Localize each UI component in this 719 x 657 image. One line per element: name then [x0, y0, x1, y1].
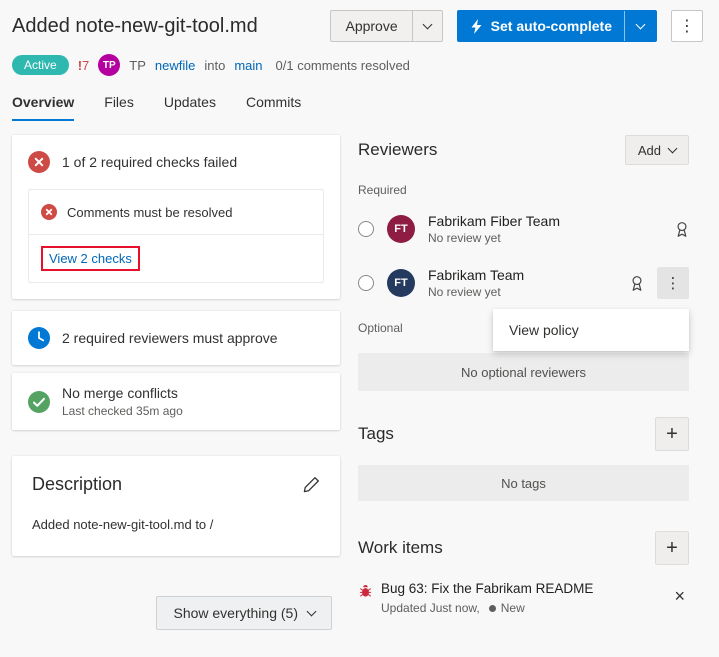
- menu-item-view-policy[interactable]: View policy: [493, 309, 689, 351]
- comments-check-text: Comments must be resolved: [67, 204, 233, 220]
- chevron-down-icon: [667, 143, 678, 154]
- work-item-title-link[interactable]: Bug 63: Fix the Fabrikam README: [381, 581, 662, 596]
- checks-summary: 1 of 2 required checks failed: [62, 154, 238, 170]
- edit-pencil-icon[interactable]: [303, 476, 320, 493]
- work-items-title: Work items: [358, 538, 443, 557]
- target-branch-link[interactable]: main: [234, 58, 262, 73]
- no-optional-reviewers-bar: No optional reviewers: [358, 353, 689, 391]
- pull-request-page: Added note-new-git-tool.md Approve Set a…: [0, 0, 719, 657]
- chevron-down-icon: [306, 606, 317, 617]
- tab-files[interactable]: Files: [104, 94, 134, 121]
- author-name: TP: [129, 57, 146, 73]
- page-title: Added note-new-git-tool.md: [12, 14, 258, 37]
- auto-complete-label[interactable]: Set auto-complete: [491, 18, 612, 34]
- more-options-button[interactable]: ⋮: [671, 10, 703, 42]
- overview-right-column: Reviewers Add Required FT Fabrikam Fiber…: [358, 135, 689, 615]
- more-icon: ⋮: [679, 18, 695, 35]
- reviewers-title: Reviewers: [358, 140, 438, 159]
- tab-updates[interactable]: Updates: [164, 94, 216, 121]
- header-actions: Approve Set auto-complete ⋮: [330, 10, 703, 42]
- remove-work-item-button[interactable]: ×: [670, 587, 689, 605]
- pr-tabs: Overview Files Updates Commits: [0, 76, 719, 121]
- auto-complete-dropdown-button[interactable]: [624, 11, 656, 41]
- pr-header: Added note-new-git-tool.md Approve Set a…: [0, 0, 719, 42]
- pr-content: 1 of 2 required checks failed Comments m…: [0, 121, 719, 630]
- work-item-state: New: [500, 601, 525, 615]
- add-work-item-button[interactable]: +: [655, 531, 689, 565]
- description-card: Description Added note-new-git-tool.md t…: [12, 456, 340, 556]
- reviewer-info: Fabrikam Fiber Team No review yet: [428, 213, 662, 245]
- chevron-down-icon: [635, 19, 646, 30]
- work-items-header: Work items +: [358, 531, 689, 565]
- merge-title: No merge conflicts: [62, 385, 178, 401]
- reviewer-context-menu: View policy: [493, 309, 689, 351]
- reviewer-name: Fabrikam Team: [428, 267, 525, 283]
- tab-overview[interactable]: Overview: [12, 94, 75, 121]
- reviewer-status: No review yet: [428, 231, 501, 245]
- reviewer-more-button[interactable]: ⋮: [657, 267, 689, 299]
- policy-badge-icon: [675, 221, 689, 238]
- failed-check-small-icon: [41, 204, 57, 220]
- set-auto-complete-button[interactable]: Set auto-complete: [456, 10, 657, 42]
- plus-icon: +: [666, 536, 678, 559]
- author-avatar: TP: [98, 54, 121, 76]
- comments-resolved-status: 0/1 comments resolved: [275, 57, 410, 73]
- failed-check-icon: [28, 151, 50, 173]
- work-item-subtitle: Updated Just now, New: [381, 601, 662, 615]
- annotation-highlight-box: View 2 checks: [41, 246, 140, 271]
- description-title: Description: [32, 474, 123, 494]
- reviewer-avatar: FT: [387, 269, 415, 297]
- merge-status-text: No merge conflicts Last checked 35m ago: [62, 385, 183, 418]
- overview-left-column: 1 of 2 required checks failed Comments m…: [12, 135, 340, 630]
- reviewer-radio[interactable]: [358, 221, 374, 237]
- conflict-indicator: !7: [77, 57, 90, 73]
- no-tags-bar: No tags: [358, 465, 689, 501]
- show-everything-label: Show everything (5): [173, 605, 298, 621]
- pr-meta-row: Active !7 TP TP newfile into main 0/1 co…: [0, 42, 719, 76]
- work-item-state-dot: [488, 604, 496, 612]
- tags-header: Tags +: [358, 417, 689, 451]
- reviewer-radio[interactable]: [358, 275, 374, 291]
- merge-last-checked: Last checked 35m ago: [62, 404, 183, 418]
- reviewers-required-text: 2 required reviewers must approve: [62, 330, 278, 346]
- plus-icon: +: [666, 422, 678, 445]
- reviewer-info: Fabrikam Team No review yet: [428, 267, 617, 299]
- source-branch-link[interactable]: newfile: [155, 58, 195, 73]
- view-checks-link[interactable]: View 2 checks: [49, 251, 132, 266]
- reviewer-row-fabrikam-fiber-team[interactable]: FT Fabrikam Fiber Team No review yet: [358, 207, 689, 251]
- policy-badge-icon: [630, 275, 644, 292]
- add-reviewer-button[interactable]: Add: [624, 135, 689, 165]
- approve-button-label[interactable]: Approve: [331, 11, 411, 41]
- approve-button[interactable]: Approve: [330, 10, 443, 42]
- tab-commits[interactable]: Commits: [246, 94, 301, 121]
- add-tag-button[interactable]: +: [655, 417, 689, 451]
- description-body: Added note-new-git-tool.md to /: [32, 517, 214, 532]
- reviewer-row-fabrikam-team[interactable]: FT Fabrikam Team No review yet ⋮: [358, 261, 689, 305]
- checks-detail-panel: Comments must be resolved View 2 checks: [28, 189, 324, 283]
- merge-status-card: No merge conflicts Last checked 35m ago: [12, 373, 340, 430]
- into-text: into: [204, 57, 226, 73]
- reviewers-required-card: 2 required reviewers must approve: [12, 311, 340, 365]
- waiting-clock-icon: [28, 327, 50, 349]
- status-badge: Active: [12, 55, 69, 75]
- show-everything-button[interactable]: Show everything (5): [156, 596, 332, 630]
- auto-complete-icon: [470, 18, 483, 34]
- approve-dropdown-button[interactable]: [411, 11, 442, 41]
- reviewer-name: Fabrikam Fiber Team: [428, 213, 561, 229]
- work-item-updated: Updated Just now,: [381, 601, 480, 615]
- reviewers-header: Reviewers Add: [358, 135, 689, 165]
- more-icon: ⋮: [665, 275, 681, 292]
- checks-card: 1 of 2 required checks failed Comments m…: [12, 135, 340, 299]
- add-reviewer-label: Add: [637, 142, 661, 158]
- required-label: Required: [358, 183, 407, 197]
- work-item-main: Bug 63: Fix the Fabrikam README Updated …: [381, 581, 662, 615]
- reviewer-status: No review yet: [428, 285, 501, 299]
- chevron-down-icon: [422, 19, 433, 30]
- success-check-icon: [28, 390, 50, 413]
- bug-icon: [358, 583, 373, 598]
- reviewer-avatar: FT: [387, 215, 415, 243]
- work-item-row: Bug 63: Fix the Fabrikam README Updated …: [358, 581, 689, 615]
- tags-title: Tags: [358, 424, 394, 443]
